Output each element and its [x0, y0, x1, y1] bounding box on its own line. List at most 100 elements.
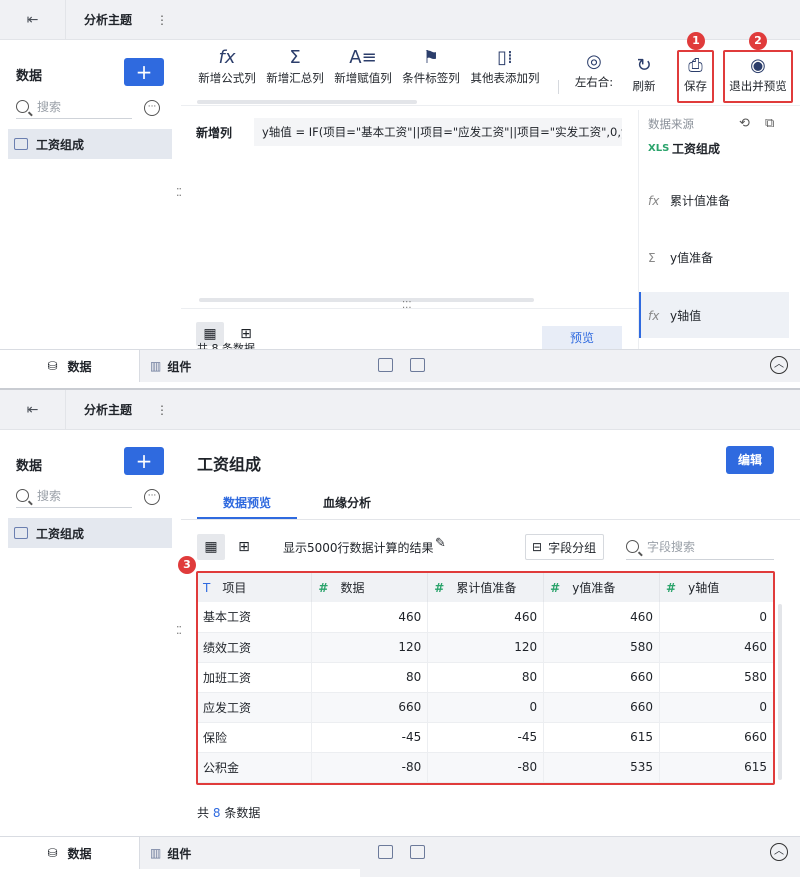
excel-icon: XLS [648, 143, 670, 154]
data-sidebar-2: 数据 + 搜索 ··· 工资组成 [0, 431, 180, 836]
bottom-tabbar-2: ⛁ 数据 ▥ 组件 ︿ [0, 836, 800, 877]
add-table-icon[interactable] [410, 358, 425, 372]
dataset-icon [14, 527, 28, 539]
tab-lineage[interactable]: 血缘分析 [323, 494, 371, 511]
source-item-cumulative[interactable]: fx 累计值准备 [648, 192, 730, 209]
source-item-y-axis[interactable]: fx y轴值 [648, 307, 701, 324]
exit-icon[interactable]: ⇤ [0, 390, 66, 430]
source-panel-title: 数据来源 [648, 117, 694, 131]
tab-data[interactable]: ⛁ 数据 [0, 350, 140, 382]
exit-and-preview-button[interactable]: ◉ 退出并预览 [725, 54, 791, 94]
search-icon [626, 540, 639, 553]
more-options-icon[interactable]: ··· [144, 100, 160, 116]
exit-icon[interactable]: ⇤ [0, 0, 66, 40]
database-icon: ⛁ [47, 359, 58, 373]
merge-left-right-button[interactable]: ◎ 左右合: [570, 50, 618, 90]
step-badge-1: 1 [687, 32, 705, 50]
assign-icon: A≡ [349, 47, 377, 68]
source-item-y-prep[interactable]: Σ y值准备 [648, 249, 713, 266]
add-chart-icon[interactable] [378, 358, 393, 372]
tab-divider [181, 519, 800, 520]
table-add-icon: ▯⁞ [497, 47, 513, 68]
resize-handle[interactable]: ⁚⁚ [176, 187, 184, 198]
split-handle[interactable]: ⁚⁚⁚ [402, 300, 412, 311]
new-column-label: 新增列 [196, 126, 233, 140]
dataset-icon [14, 138, 28, 150]
condition-tag-column-button[interactable]: ⚑ 条件标签列 [400, 46, 462, 86]
add-assign-column-button[interactable]: A≡ 新增赋值列 [332, 46, 394, 86]
fx-icon: fx [218, 47, 236, 68]
source-item-salary[interactable]: XLS 工资组成 [648, 140, 720, 157]
data-sidebar: 数据 + 搜索 ··· 工资组成 [0, 41, 180, 349]
toolbar-scrollbar[interactable] [197, 100, 417, 104]
sidebar-item-salary[interactable]: 工资组成 [8, 518, 172, 548]
refresh-icon: ↻ [636, 55, 652, 76]
search-placeholder: 搜索 [37, 100, 62, 114]
sidebar-item-salary[interactable]: 工资组成 [8, 129, 172, 159]
chart-icon: ▥ [150, 846, 162, 860]
page-title: 工资组成 [197, 455, 262, 474]
field-group-button[interactable]: ⊟ 字段分组 [525, 534, 604, 560]
more-options-icon[interactable]: ··· [144, 489, 160, 505]
more-menu-icon[interactable]: ⋮ [156, 0, 168, 40]
add-table-icon[interactable] [410, 845, 425, 859]
fx-icon: fx [648, 193, 660, 208]
edit-button[interactable]: 编辑 [726, 446, 774, 474]
tab-component[interactable]: ▥ 组件 [140, 350, 360, 382]
formula-input[interactable]: y轴值 = IF(项目="基本工资"||项目="应发工资"||项目="实发工资"… [254, 118, 622, 146]
sidebar-title: 数据 [16, 69, 43, 84]
sigma-icon: Σ [648, 250, 656, 265]
step-badge-3: 3 [178, 556, 196, 574]
sigma-icon: Σ [289, 47, 301, 68]
tab-data-preview[interactable]: 数据预览 [223, 494, 271, 511]
add-summary-column-button[interactable]: Σ 新增汇总列 [264, 46, 326, 86]
table-highlight [196, 571, 775, 785]
field-search-input[interactable]: 字段搜索 [626, 534, 774, 560]
add-formula-column-button[interactable]: fx 新增公式列 [196, 46, 258, 86]
bottom-tabbar: ⛁ 数据 ▥ 组件 ︿ [0, 349, 800, 382]
sidebar-search[interactable]: 搜索 [16, 484, 132, 508]
step-badge-2: 2 [749, 32, 767, 50]
layout-view-icon[interactable]: ⊞ [232, 534, 256, 560]
add-from-other-table-button[interactable]: ▯⁞ 其他表添加列 [468, 46, 542, 86]
database-icon: ⛁ [47, 846, 58, 860]
sidebar-search[interactable]: 搜索 [16, 95, 132, 119]
more-menu-icon[interactable]: ⋮ [156, 390, 168, 430]
preview-button[interactable]: 预览 [542, 326, 622, 350]
add-chart-icon[interactable] [378, 845, 393, 859]
layout-switch-icon[interactable]: ⧉ [765, 116, 774, 131]
sidebar-item-label: 工资组成 [36, 137, 85, 152]
refresh-button[interactable]: ↻ 刷新 [626, 54, 662, 94]
collapse-icon[interactable]: ︿ [770, 356, 788, 374]
save-icon: ⎙ [688, 55, 703, 76]
search-placeholder: 搜索 [37, 489, 62, 503]
editor-scrollbar[interactable] [199, 298, 534, 302]
search-icon [16, 100, 29, 113]
search-icon [16, 489, 29, 502]
sidebar-item-label: 工资组成 [36, 526, 85, 541]
table-scrollbar[interactable] [778, 604, 782, 780]
top-header-2: ⇤ 分析主题 ⋮ [0, 390, 800, 430]
tab-data[interactable]: ⛁ 数据 [0, 837, 140, 869]
flag-icon: ⚑ [422, 47, 440, 68]
pencil-icon[interactable]: ✎ [435, 536, 446, 551]
add-data-button[interactable]: + [124, 447, 164, 475]
toolbar-divider [558, 80, 559, 94]
history-icon[interactable]: ⟲ [739, 116, 750, 131]
analysis-topic-title: 分析主题 [84, 403, 133, 417]
resize-handle[interactable]: ⁚⁚ [176, 625, 184, 636]
sidebar-title: 数据 [16, 459, 43, 474]
row-count-value: 8 [212, 806, 221, 820]
group-icon: ⊟ [532, 540, 543, 554]
fx-icon: fx [648, 308, 660, 323]
grid-view-icon[interactable]: ▦ [197, 534, 225, 560]
collapse-icon[interactable]: ︿ [770, 843, 788, 861]
row-info-text: 显示5000行数据计算的结果 [283, 541, 434, 555]
tab-bar-empty [360, 350, 800, 382]
tab-bar-empty [360, 837, 800, 877]
save-button[interactable]: ⎙ 保存 [679, 54, 712, 94]
add-data-button[interactable]: + [124, 58, 164, 86]
merge-icon: ◎ [586, 51, 602, 72]
preview-eye-icon: ◉ [750, 55, 766, 76]
tab-component[interactable]: ▥ 组件 [140, 837, 360, 869]
